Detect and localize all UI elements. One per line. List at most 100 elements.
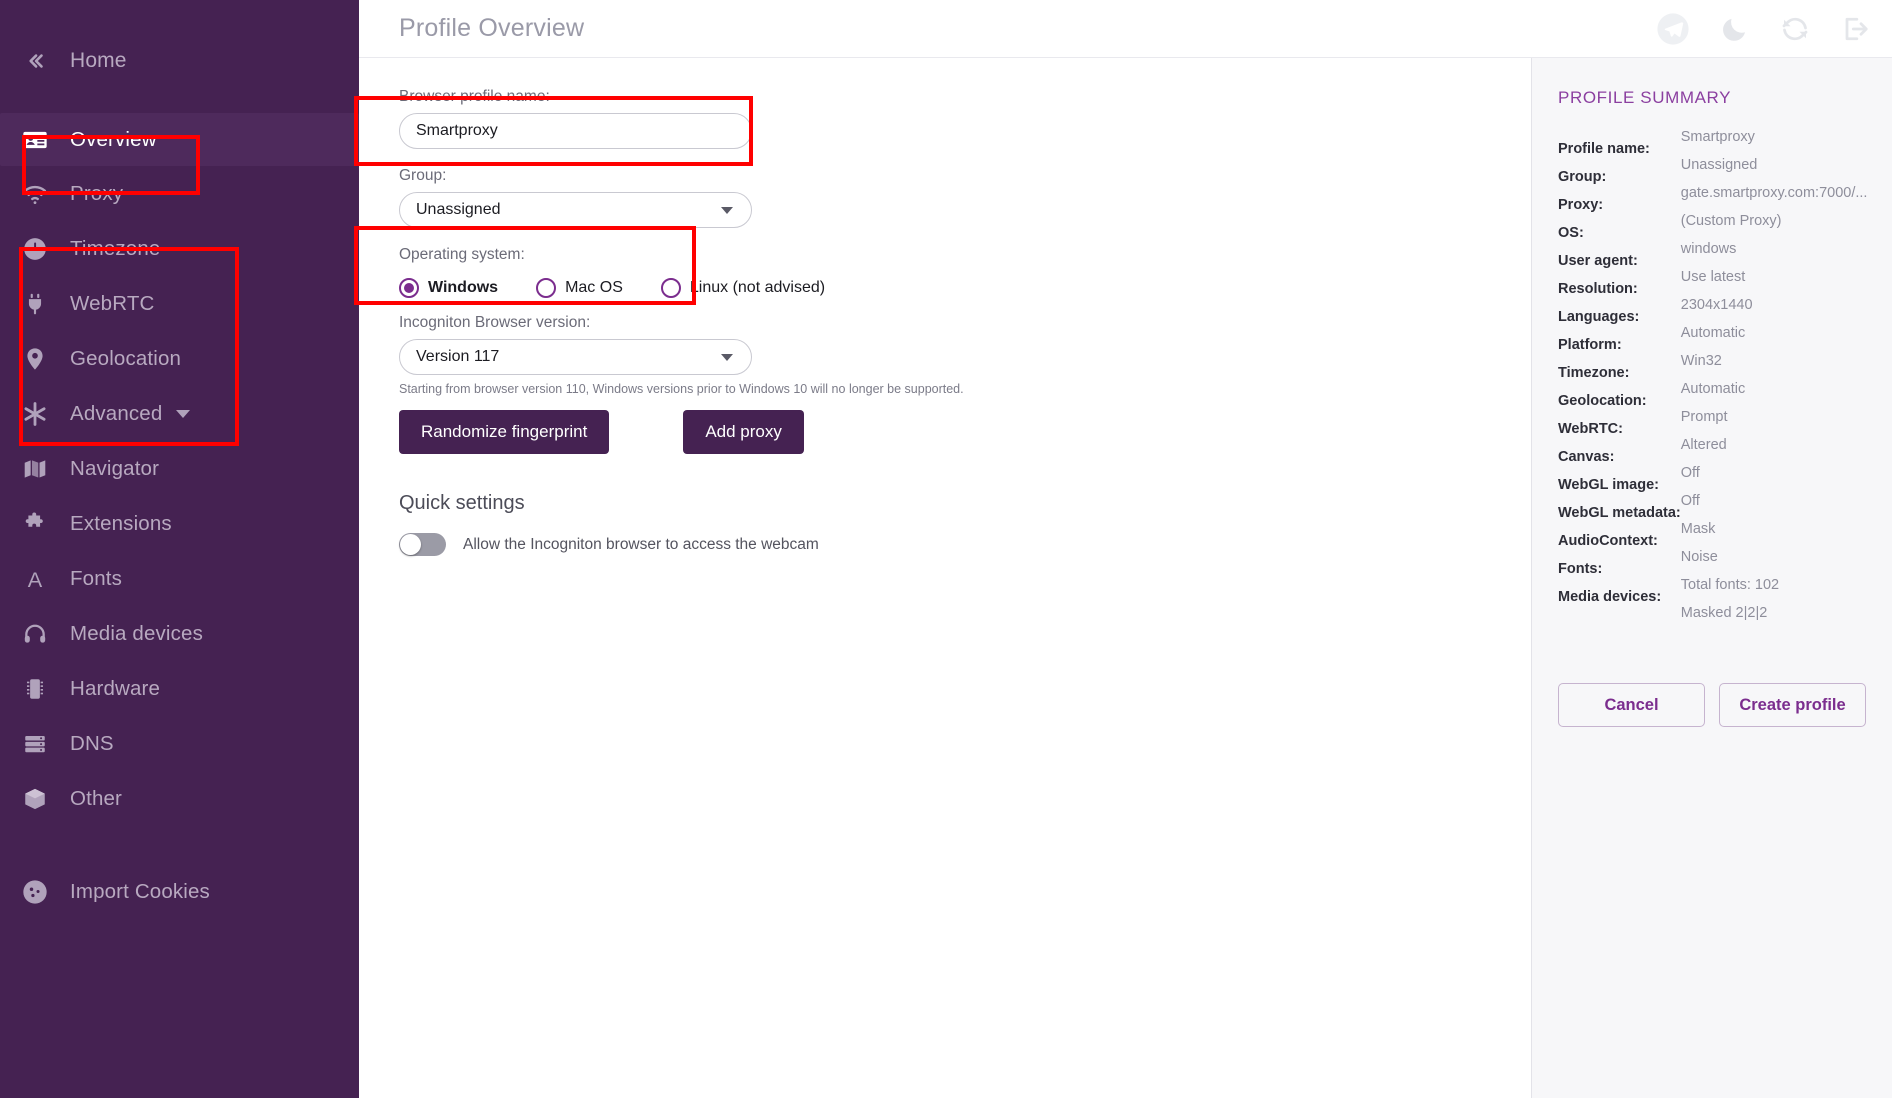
- sidebar-item-label-fonts: Fonts: [70, 566, 123, 590]
- main-area: Profile Overview Browser profile name: S…: [354, 0, 1892, 1098]
- sidebar-item-import-cookies[interactable]: Import Cookies: [0, 864, 359, 919]
- browser-version-value: Version 117: [416, 348, 500, 365]
- summary-value: Total fonts: 102: [1680, 577, 1780, 593]
- os-radio-label-macos: Mac OS: [565, 279, 623, 296]
- sidebar-item-advanced[interactable]: Advanced: [0, 386, 359, 441]
- summary-label: OS:: [1558, 225, 1584, 241]
- profile-summary-panel: PROFILE SUMMARY Profile name: Group: Pro…: [1531, 58, 1892, 1098]
- browser-version-label: Incogniton Browser version:: [399, 314, 591, 331]
- sidebar-item-label-proxy: Proxy: [70, 181, 124, 205]
- os-radio-macos[interactable]: Mac OS: [536, 278, 623, 298]
- sidebar-item-label-extensions: Extensions: [70, 511, 172, 535]
- sidebar-item-navigator[interactable]: Navigator: [0, 441, 359, 496]
- box-icon: [0, 786, 70, 812]
- sidebar-item-label-advanced: Advanced: [70, 401, 163, 425]
- id-card-icon: [0, 126, 70, 154]
- os-radio-label-linux: Linux (not advised): [689, 279, 826, 296]
- chevron-down-icon[interactable]: [176, 409, 191, 418]
- profile-summary-values: Smartproxy Unassigned gate.smartproxy.co…: [1681, 123, 1868, 627]
- os-radio-windows[interactable]: Windows: [399, 278, 498, 298]
- page-title: Profile Overview: [399, 14, 585, 42]
- summary-label: Media devices:: [1558, 589, 1662, 605]
- operating-system-radio-group: Windows Mac OS Linux (not advised): [399, 278, 1531, 298]
- sidebar-item-dns[interactable]: DNS: [0, 716, 359, 771]
- letter-a-icon: A: [0, 566, 70, 592]
- moon-icon[interactable]: [1720, 14, 1750, 44]
- os-radio-label-windows: Windows: [428, 279, 499, 296]
- sidebar-item-other[interactable]: Other: [0, 771, 359, 826]
- sidebar-item-home[interactable]: Home: [0, 37, 359, 85]
- sidebar-item-hardware[interactable]: Hardware: [0, 661, 359, 716]
- sidebar-item-overview[interactable]: Overview: [0, 113, 359, 166]
- profile-form: Browser profile name: Group: Unassigned …: [354, 58, 1531, 1098]
- summary-value: Use latest: [1680, 269, 1746, 285]
- sidebar-item-geolocation[interactable]: Geolocation: [0, 331, 359, 386]
- radio-dot-macos[interactable]: [536, 278, 557, 298]
- top-bar: Profile Overview: [359, 0, 1892, 58]
- sidebar-item-label-overview: Overview: [70, 127, 157, 151]
- map-icon: [0, 456, 70, 482]
- profile-name-label: Browser profile name:: [399, 88, 550, 105]
- os-radio-linux[interactable]: Linux (not advised): [660, 278, 826, 298]
- group-select[interactable]: Unassigned: [399, 192, 752, 228]
- wifi-icon: [0, 180, 70, 208]
- add-proxy-button[interactable]: Add proxy: [683, 410, 804, 454]
- browser-version-select[interactable]: Version 117: [399, 339, 752, 375]
- group-label: Group:: [399, 167, 447, 184]
- sidebar-item-extensions[interactable]: Extensions: [0, 496, 359, 551]
- webcam-setting-row: Allow the Incogniton browser to access t…: [399, 533, 1531, 556]
- cancel-button[interactable]: Cancel: [1558, 683, 1705, 727]
- sidebar-item-timezone[interactable]: Timezone: [0, 221, 359, 276]
- refresh-icon[interactable]: [1780, 14, 1810, 44]
- logout-icon[interactable]: [1840, 14, 1870, 44]
- radio-dot-linux[interactable]: [660, 278, 681, 298]
- summary-value: Off: [1680, 465, 1700, 481]
- telegram-icon[interactable]: [1656, 12, 1690, 46]
- summary-button-row: Cancel Create profile: [1558, 683, 1866, 727]
- summary-value: Smartproxy: [1680, 129, 1755, 145]
- top-bar-icons: [1656, 12, 1870, 46]
- summary-label: Platform:: [1558, 337, 1622, 353]
- sidebar-item-media-devices[interactable]: Media devices: [0, 606, 359, 661]
- puzzle-icon: [0, 511, 70, 537]
- summary-label: Fonts:: [1558, 561, 1603, 577]
- summary-label: WebRTC:: [1558, 421, 1623, 437]
- sidebar-item-fonts[interactable]: A Fonts: [0, 551, 359, 606]
- radio-dot-windows[interactable]: [399, 278, 419, 298]
- summary-value: Prompt: [1680, 409, 1728, 425]
- summary-label: Resolution:: [1558, 281, 1638, 297]
- profile-name-input[interactable]: [399, 113, 752, 149]
- summary-label: Group:: [1558, 169, 1607, 185]
- summary-label: Timezone:: [1558, 365, 1630, 381]
- summary-value: Off: [1680, 493, 1700, 509]
- map-pin-icon: [0, 346, 70, 372]
- webcam-toggle-label: Allow the Incogniton browser to access t…: [463, 535, 819, 553]
- app-root: Home Overview Proxy Timezone WebRTC Geol…: [0, 0, 1892, 1098]
- plug-icon: [0, 291, 70, 317]
- double-chevron-left-icon[interactable]: [0, 48, 70, 74]
- summary-value: Win32: [1680, 353, 1722, 369]
- summary-value: windows: [1680, 241, 1737, 257]
- profile-summary-labels: Profile name: Group: Proxy: OS: User age…: [1558, 135, 1681, 639]
- summary-value: Altered: [1680, 437, 1727, 453]
- sidebar-item-proxy[interactable]: Proxy: [0, 166, 359, 221]
- summary-label: AudioContext:: [1558, 533, 1658, 549]
- content-wrapper: Browser profile name: Group: Unassigned …: [354, 58, 1892, 1098]
- webcam-toggle[interactable]: [399, 533, 446, 556]
- summary-label: WebGL image:: [1558, 477, 1659, 493]
- summary-label: Profile name:: [1558, 141, 1650, 157]
- server-icon: [0, 731, 70, 757]
- sidebar: Home Overview Proxy Timezone WebRTC Geol…: [0, 0, 359, 1098]
- summary-label: Proxy:: [1558, 197, 1604, 213]
- form-button-row: Randomize fingerprint Add proxy: [399, 410, 1531, 454]
- svg-text:A: A: [28, 567, 43, 592]
- create-profile-button[interactable]: Create profile: [1719, 683, 1866, 727]
- summary-value: Noise: [1680, 549, 1718, 565]
- summary-value: (Custom Proxy): [1680, 213, 1782, 229]
- summary-value: Masked 2|2|2: [1680, 605, 1768, 621]
- summary-value: Automatic: [1680, 381, 1746, 397]
- sidebar-item-label-geolocation: Geolocation: [70, 346, 182, 370]
- sidebar-item-webrtc[interactable]: WebRTC: [0, 276, 359, 331]
- randomize-fingerprint-button[interactable]: Randomize fingerprint: [399, 410, 610, 454]
- chevron-down-icon: [721, 353, 733, 361]
